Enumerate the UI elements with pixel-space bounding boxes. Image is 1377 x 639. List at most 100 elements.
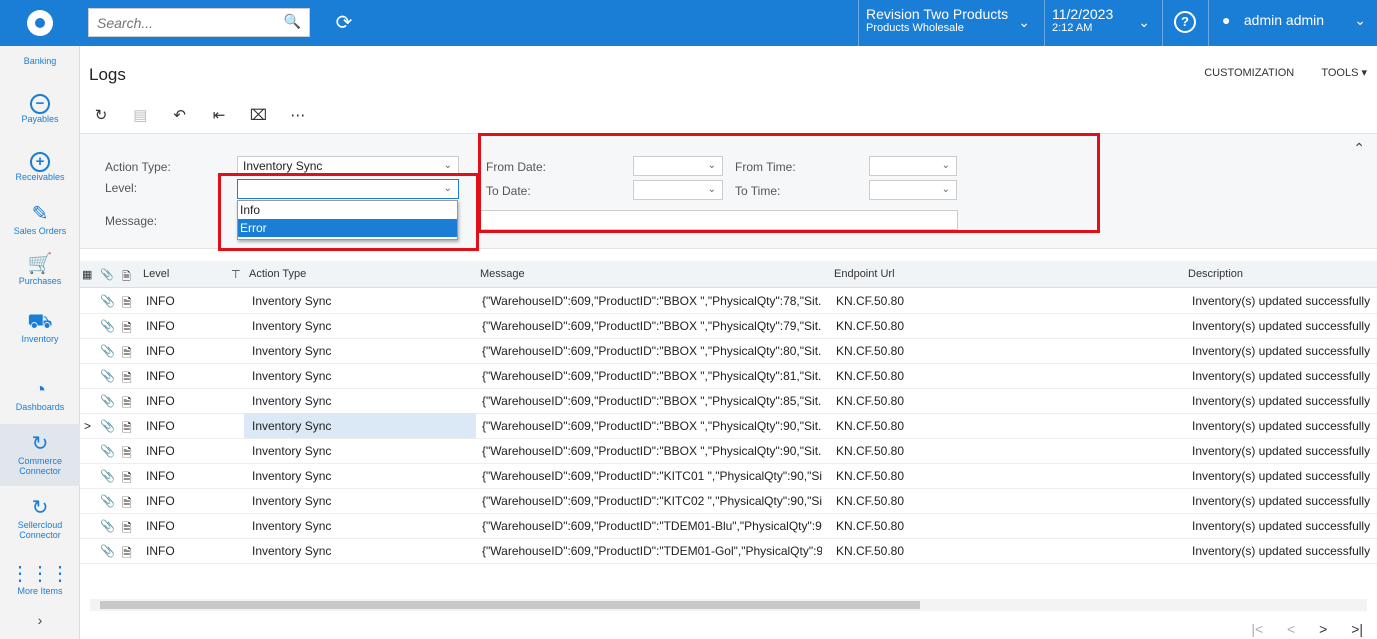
history-icon[interactable]: ⟳ bbox=[324, 8, 364, 38]
search-icon[interactable]: 🔍 bbox=[284, 13, 301, 30]
more-icon[interactable]: ⋯ bbox=[287, 106, 309, 124]
col-action-type[interactable]: Action Type bbox=[249, 268, 306, 280]
table-row[interactable]: 📎 🗎 INFO Inventory Sync {"WarehouseID":609,"… bbox=[80, 488, 1377, 514]
table-row[interactable]: 📎 🗎 INFO Inventory Sync {"WarehouseID":609,"… bbox=[80, 538, 1377, 564]
action-type-select[interactable]: Inventory Sync ⌄ bbox=[237, 156, 459, 176]
last-page-icon[interactable]: >| bbox=[1351, 621, 1363, 637]
from-time-select[interactable]: ⌄ bbox=[869, 156, 957, 176]
note-icon[interactable]: 🗎 bbox=[122, 544, 132, 565]
note-icon[interactable]: 🗎 bbox=[122, 394, 132, 415]
to-date-select[interactable]: ⌄ bbox=[633, 180, 723, 200]
search-input[interactable] bbox=[89, 9, 279, 36]
cell-action-type: Inventory Sync bbox=[252, 369, 332, 383]
attachment-icon[interactable]: 📎 bbox=[100, 444, 115, 458]
user-menu[interactable]: ● admin admin ⌄ bbox=[1222, 12, 1372, 34]
save-icon[interactable]: ▤ bbox=[129, 106, 151, 124]
col-description[interactable]: Description bbox=[1188, 268, 1243, 280]
to-time-select[interactable]: ⌄ bbox=[869, 180, 957, 200]
help-icon[interactable]: ? bbox=[1174, 11, 1196, 33]
branch-selector[interactable]: Revision Two Products Products Wholesale… bbox=[866, 6, 1040, 42]
first-page-icon[interactable]: |< bbox=[1251, 621, 1263, 637]
col-message[interactable]: Message bbox=[480, 268, 525, 280]
fit-to-screen-icon[interactable]: ⇤ bbox=[208, 106, 230, 124]
table-row[interactable]: 📎 🗎 INFO Inventory Sync {"WarehouseID":609,"… bbox=[80, 313, 1377, 339]
attachment-icon[interactable]: 📎 bbox=[100, 469, 115, 483]
horizontal-scrollbar[interactable] bbox=[90, 599, 1367, 611]
attachment-icon[interactable]: 📎 bbox=[100, 419, 115, 433]
sidebar-item-label: More Items bbox=[17, 586, 63, 596]
cell-message: {"WarehouseID":609,"ProductID":"BBOX ","… bbox=[482, 394, 822, 408]
attachment-icon[interactable]: 📎 bbox=[100, 519, 115, 533]
logo-area[interactable] bbox=[0, 0, 80, 46]
business-date-selector[interactable]: 11/2/2023 2:12 AM ⌄ bbox=[1052, 6, 1156, 42]
attachment-icon[interactable]: 📎 bbox=[100, 344, 115, 358]
sidebar-item-sales-orders[interactable]: ✎ Sales Orders bbox=[0, 202, 80, 246]
table-row[interactable]: 📎 🗎 INFO Inventory Sync {"WarehouseID":609,"… bbox=[80, 338, 1377, 364]
sidebar-item-commerce-connector[interactable]: ↻ Commerce Connector bbox=[0, 424, 80, 486]
user-icon: ● bbox=[1222, 12, 1231, 28]
export-excel-icon[interactable]: ⌧ bbox=[247, 106, 269, 124]
pager: |< < > >| bbox=[1231, 621, 1363, 637]
cart-icon: 🛒 bbox=[27, 253, 53, 275]
note-icon[interactable]: 🗎 bbox=[122, 469, 132, 490]
table-row[interactable]: 📎 🗎 INFO Inventory Sync {"WarehouseID":609,"… bbox=[80, 463, 1377, 489]
note-icon[interactable]: 🗎 bbox=[122, 369, 132, 390]
cell-description: Inventory(s) updated successfully bbox=[1192, 519, 1371, 533]
sidebar-item-sellercloud-connector[interactable]: ↻ Sellercloud Connector bbox=[0, 496, 80, 546]
sidebar-item-payables[interactable]: − Payables bbox=[0, 90, 80, 134]
attachment-icon[interactable]: 📎 bbox=[100, 294, 115, 308]
divider bbox=[1162, 0, 1163, 46]
level-label: Level: bbox=[105, 181, 138, 195]
cell-endpoint-url: KN.CF.50.80 bbox=[836, 519, 905, 533]
cell-message: {"WarehouseID":609,"ProductID":"KITC01 "… bbox=[482, 469, 822, 483]
tools-menu[interactable]: TOOLS ▾ bbox=[1321, 67, 1367, 79]
sidebar-item-banking[interactable]: Banking bbox=[0, 46, 80, 76]
scroll-thumb[interactable] bbox=[100, 601, 920, 609]
sidebar-item-purchases[interactable]: 🛒 Purchases bbox=[0, 252, 80, 296]
grid-settings-icon[interactable]: ▦ bbox=[82, 268, 92, 281]
attachment-icon[interactable]: 📎 bbox=[100, 394, 115, 408]
current-row-icon: > bbox=[84, 419, 92, 433]
note-icon[interactable]: 🗎 bbox=[122, 494, 132, 515]
col-endpoint-url[interactable]: Endpoint Url bbox=[834, 268, 895, 280]
attachment-icon[interactable]: 📎 bbox=[100, 319, 115, 333]
note-icon[interactable]: 🗎 bbox=[122, 294, 132, 315]
table-row[interactable]: 📎 🗎 INFO Inventory Sync {"WarehouseID":609,"… bbox=[80, 288, 1377, 314]
note-icon[interactable]: 🗎 bbox=[122, 344, 132, 365]
search-box[interactable]: 🔍 bbox=[88, 8, 310, 37]
table-row[interactable]: 📎 🗎 INFO Inventory Sync {"WarehouseID":609,"… bbox=[80, 513, 1377, 539]
level-option-error[interactable]: Error bbox=[238, 219, 457, 237]
sidebar-item-inventory[interactable]: ⛟ Inventory bbox=[0, 310, 80, 354]
from-date-select[interactable]: ⌄ bbox=[633, 156, 723, 176]
message-input[interactable] bbox=[478, 210, 958, 230]
sidebar-item-dashboards[interactable]: ◔ Dashboards bbox=[0, 378, 80, 422]
table-row[interactable]: 📎 🗎 INFO Inventory Sync {"WarehouseID":609,"… bbox=[80, 388, 1377, 414]
refresh-icon[interactable]: ↻ bbox=[90, 106, 112, 124]
note-icon[interactable]: 🗎 bbox=[122, 519, 132, 540]
table-row[interactable]: 📎 🗎 INFO Inventory Sync {"WarehouseID":609,"… bbox=[80, 438, 1377, 464]
next-page-icon[interactable]: > bbox=[1319, 621, 1327, 637]
expand-sidebar-icon[interactable]: › bbox=[0, 612, 80, 636]
undo-icon[interactable]: ↶ bbox=[169, 106, 191, 124]
collapse-icon[interactable]: ⌃ bbox=[1353, 140, 1365, 157]
note-icon[interactable]: 🗎 bbox=[122, 419, 132, 440]
note-icon[interactable]: 🗎 bbox=[122, 319, 132, 340]
sidebar-item-receivables[interactable]: + Receivables bbox=[0, 148, 80, 192]
cell-message: {"WarehouseID":609,"ProductID":"TDEM01-B… bbox=[482, 519, 822, 533]
level-option-info[interactable]: Info bbox=[238, 201, 457, 219]
cell-action-type: Inventory Sync bbox=[252, 544, 332, 558]
sidebar-item-more-items[interactable]: ⋮⋮⋮ More Items bbox=[0, 562, 80, 602]
col-level[interactable]: Level bbox=[143, 268, 169, 280]
cell-message: {"WarehouseID":609,"ProductID":"BBOX ","… bbox=[482, 294, 822, 308]
filter-icon[interactable]: ⊤ bbox=[231, 268, 241, 281]
prev-page-icon[interactable]: < bbox=[1287, 621, 1295, 637]
table-row[interactable]: > 📎 🗎 INFO Inventory Sync {"WarehouseID":609,… bbox=[80, 413, 1377, 439]
table-row[interactable]: 📎 🗎 INFO Inventory Sync {"WarehouseID":609,"… bbox=[80, 363, 1377, 389]
attachment-icon[interactable]: 📎 bbox=[100, 369, 115, 383]
attachment-icon[interactable]: 📎 bbox=[100, 544, 115, 558]
customization-link[interactable]: CUSTOMIZATION bbox=[1204, 67, 1294, 79]
level-select[interactable]: ⌄ bbox=[237, 179, 459, 199]
sidebar-item-label: Dashboards bbox=[15, 402, 65, 412]
attachment-icon[interactable]: 📎 bbox=[100, 494, 115, 508]
note-icon[interactable]: 🗎 bbox=[122, 444, 132, 465]
